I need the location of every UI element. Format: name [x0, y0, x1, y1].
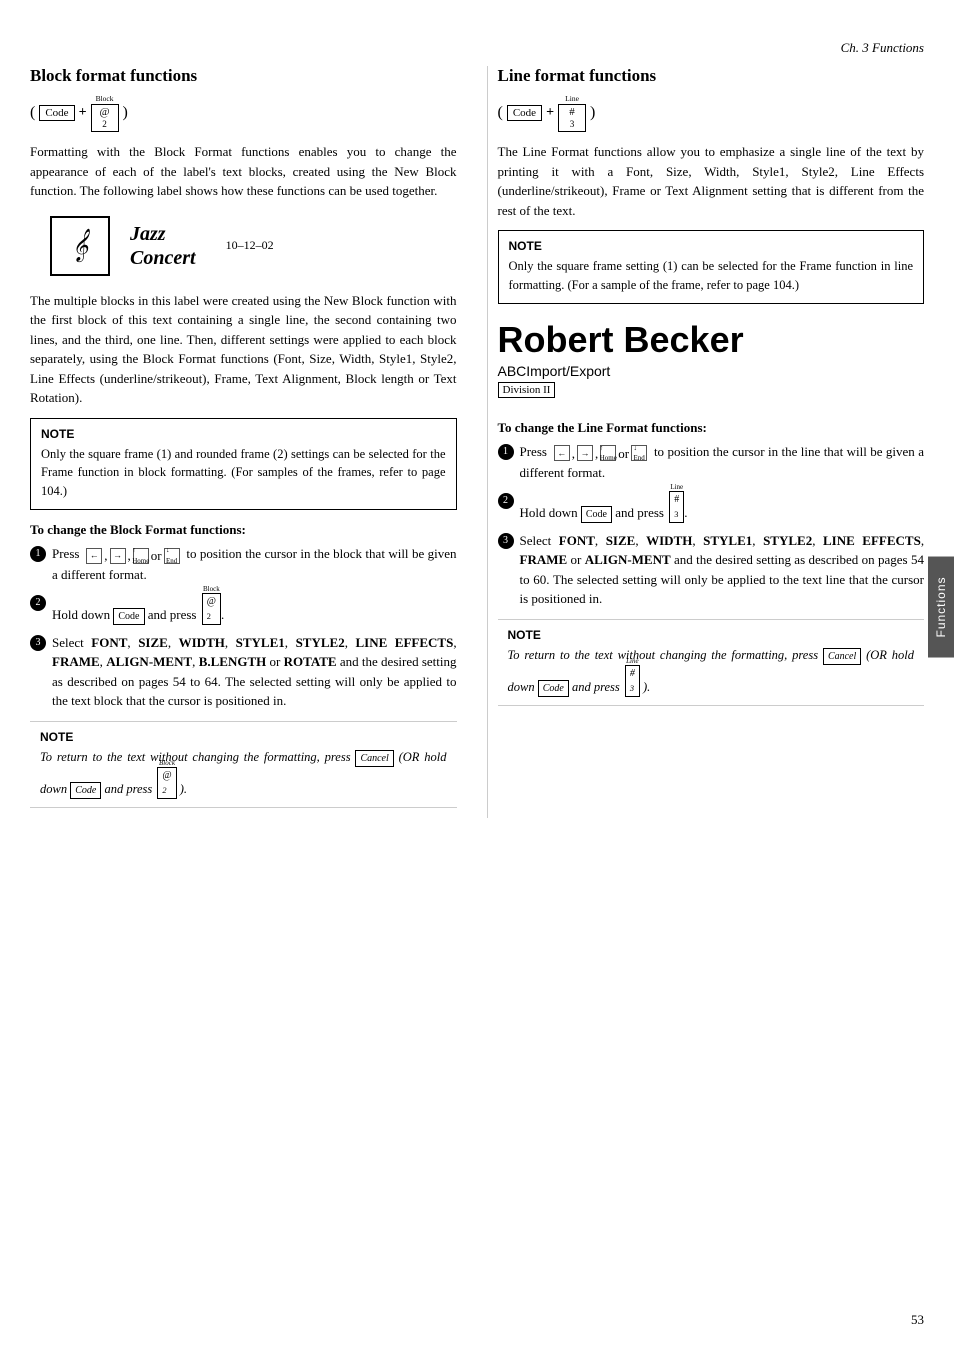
line-key: #3	[558, 104, 586, 132]
left-note2-title: NOTE	[40, 730, 447, 744]
left-step-3: 3 Select FONT, SIZE, WIDTH, STYLE1, STYL…	[30, 633, 457, 711]
page-number: 53	[911, 1312, 924, 1328]
plus-right: +	[546, 105, 554, 121]
code-key-left: Code	[39, 105, 74, 121]
plus-left: +	[79, 105, 87, 121]
jazz-text: Jazz	[130, 222, 196, 246]
r-up-home: ↑Home	[600, 445, 616, 461]
up-home: ↑Home	[133, 548, 149, 564]
r-down-end: ↓End	[631, 445, 647, 461]
left-note1-text: Only the square frame (1) and rounded fr…	[41, 445, 446, 501]
label-icon: 𝄞	[50, 216, 110, 276]
cursor-keys-right1: ←, →, ↑Home or ↓End	[554, 444, 647, 464]
step3-num: 3	[30, 635, 46, 651]
line-key-step2: Line #3	[669, 491, 684, 523]
step1-num: 1	[30, 546, 46, 562]
right-note1: NOTE Only the square frame setting (1) c…	[498, 230, 925, 304]
block-key-note2: Block @2	[157, 767, 176, 799]
right-note1-title: NOTE	[509, 239, 914, 253]
right-section-title: To change the Line Format functions:	[498, 420, 925, 436]
block-key-inline: @2	[202, 593, 221, 625]
right-title: Line format functions	[498, 66, 925, 86]
right-key-combo: ( Code + Line #3 )	[498, 94, 925, 132]
step2-num: 2	[30, 595, 46, 611]
left-step-2: 2 Hold down Code and press Block @2 .	[30, 593, 457, 625]
demo-date: 10–12–02	[226, 238, 274, 253]
label-demo: 𝄞 Jazz Concert 10–12–02	[50, 216, 457, 276]
code-key-right: Code	[507, 105, 542, 121]
left-key-combo: ( Code + Block @2 )	[30, 94, 457, 132]
right-arrow: →	[110, 548, 126, 564]
right-step1-content: Press ←, →, ↑Home or ↓End to position th…	[520, 442, 925, 483]
block-label: Block	[96, 94, 114, 103]
right-note2-title: NOTE	[508, 628, 915, 642]
left-arrow: ←	[86, 548, 102, 564]
step2-content: Hold down Code and press Block @2 .	[52, 593, 457, 625]
down-end: ↓End	[164, 548, 180, 564]
line-key-wrap: Line #3	[558, 104, 586, 132]
line-key-note2-inner: #3	[625, 665, 640, 697]
close-paren-right: )	[590, 104, 595, 122]
step1-content: Press ←, →, ↑Home or ↓End to position th…	[52, 544, 457, 585]
close-paren-left: )	[123, 104, 128, 122]
right-step-1: 1 Press ←, →, ↑Home or ↓End to position …	[498, 442, 925, 483]
left-intro: Formatting with the Block Format functio…	[30, 142, 457, 201]
block-key-step2: Block @2	[202, 593, 221, 625]
line-key-inline: #3	[669, 491, 684, 523]
right-step1-num: 1	[498, 444, 514, 460]
block-key-wrap: Block @2	[91, 104, 119, 132]
right-step3-num: 3	[498, 533, 514, 549]
left-section-title: To change the Block Format functions:	[30, 522, 457, 538]
right-column: Line format functions ( Code + Line #3 )…	[487, 66, 925, 818]
right-step2-content: Hold down Code and press Line #3 .	[520, 491, 925, 523]
r-right-arrow: →	[577, 445, 593, 461]
concert-text: Concert	[130, 246, 196, 270]
cancel-key-left: Cancel	[355, 750, 393, 767]
block-key-note2-inner: @2	[157, 767, 176, 799]
left-note2: NOTE To return to the text without chang…	[30, 721, 457, 808]
right-step3-content: Select FONT, SIZE, WIDTH, STYLE1, STYLE2…	[520, 531, 925, 609]
r-left-arrow: ←	[554, 445, 570, 461]
abc-import-text: ABCImport/Export	[498, 363, 925, 379]
cancel-key-right: Cancel	[823, 648, 861, 665]
left-para2: The multiple blocks in this label were c…	[30, 291, 457, 408]
division-box: Division II	[498, 382, 556, 398]
two-column-layout: Block format functions ( Code + Block @2…	[30, 66, 924, 818]
code-key-note2-right: Code	[538, 680, 569, 697]
open-paren-right: (	[498, 104, 503, 122]
left-note1: NOTE Only the square frame (1) and round…	[30, 418, 457, 510]
right-note2: NOTE To return to the text without chang…	[498, 619, 925, 706]
right-note1-text: Only the square frame setting (1) can be…	[509, 257, 914, 295]
code-key-right-step2: Code	[581, 506, 612, 523]
left-title: Block format functions	[30, 66, 457, 86]
right-step-3: 3 Select FONT, SIZE, WIDTH, STYLE1, STYL…	[498, 531, 925, 609]
robert-becker-heading: Robert Becker	[498, 319, 925, 361]
page: Ch. 3 Functions Block format functions (…	[0, 0, 954, 1348]
functions-tab: Functions	[928, 556, 954, 657]
cursor-keys-left1: ←, →, ↑Home or ↓End	[86, 546, 179, 566]
left-steps: 1 Press ←, →, ↑Home or ↓End to position …	[30, 544, 457, 711]
right-note2-text: To return to the text without changing t…	[508, 646, 915, 697]
line-label: Line	[565, 94, 579, 103]
right-intro: The Line Format functions allow you to e…	[498, 142, 925, 220]
left-note1-title: NOTE	[41, 427, 446, 441]
right-steps: 1 Press ←, →, ↑Home or ↓End to position …	[498, 442, 925, 609]
line-key-note2: Line #3	[625, 665, 640, 697]
block-key: @2	[91, 104, 119, 132]
chapter-title: Ch. 3 Functions	[841, 40, 924, 55]
left-column: Block format functions ( Code + Block @2…	[30, 66, 467, 818]
code-key-note2-left: Code	[70, 782, 101, 799]
right-step2-num: 2	[498, 493, 514, 509]
open-paren-left: (	[30, 104, 35, 122]
code-key-step2: Code	[113, 608, 144, 625]
right-step-2: 2 Hold down Code and press Line #3 .	[498, 491, 925, 523]
left-note2-text: To return to the text without changing t…	[40, 748, 447, 799]
chapter-header: Ch. 3 Functions	[30, 40, 924, 56]
left-step-1: 1 Press ←, →, ↑Home or ↓End to position …	[30, 544, 457, 585]
label-text-block: Jazz Concert	[130, 222, 196, 270]
step3-content: Select FONT, SIZE, WIDTH, STYLE1, STYLE2…	[52, 633, 457, 711]
